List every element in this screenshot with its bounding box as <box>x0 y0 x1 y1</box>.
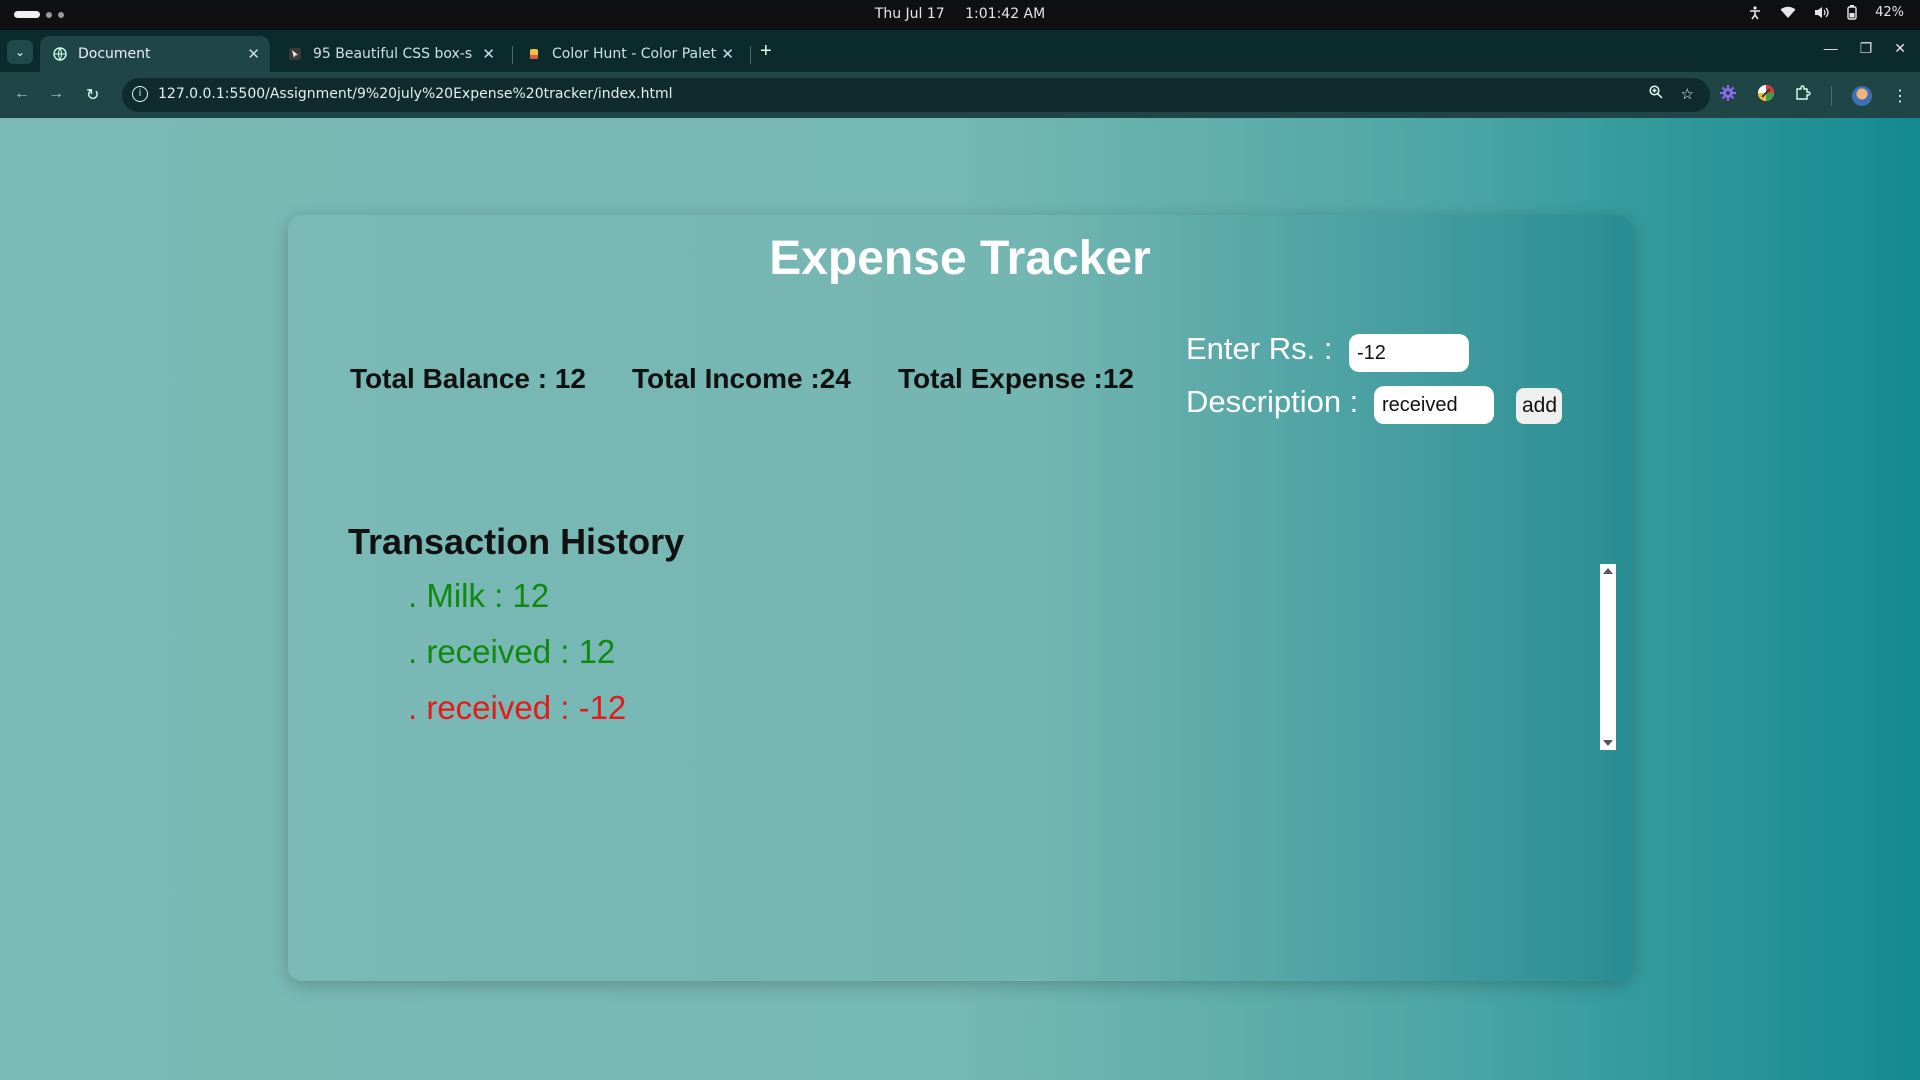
total-expense: Total Expense :12 <box>898 363 1135 394</box>
tab-separator <box>512 46 513 64</box>
back-arrow-icon[interactable]: ← <box>14 85 30 103</box>
new-tab-plus-icon[interactable]: + <box>760 40 772 63</box>
transaction-list-scrollbar[interactable] <box>1600 564 1616 750</box>
tab-css-box-shadow[interactable]: 95 Beautiful CSS box-sha ✕ <box>275 36 505 72</box>
amount-label: Enter Rs. : <box>1186 331 1333 366</box>
close-window-icon[interactable]: ✕ <box>1894 40 1906 57</box>
os-top-bar: Thu Jul 17 1:01:42 AM 42% <box>0 0 1920 30</box>
clock-time: 1:01:42 AM <box>965 6 1046 22</box>
bookmark-star-icon[interactable]: ☆ <box>1681 85 1694 103</box>
more-menu-icon[interactable]: ⋮ <box>1892 86 1908 106</box>
profile-avatar[interactable] <box>1852 85 1872 106</box>
close-tab-icon[interactable]: ✕ <box>482 45 495 63</box>
chevron-down-icon: ⌄ <box>14 45 26 59</box>
list-item: . received : -12 <box>408 689 627 726</box>
page-viewport: Expense Tracker Total Balance : 12 Total… <box>0 118 1920 1080</box>
clock[interactable]: Thu Jul 17 1:01:42 AM <box>0 6 1920 22</box>
add-button[interactable]: add <box>1516 388 1562 424</box>
volume-icon[interactable] <box>1814 6 1829 19</box>
reload-icon[interactable]: ↻ <box>86 85 99 105</box>
puzzle-gear-extension-icon[interactable] <box>1719 84 1737 107</box>
list-item: . received : 12 <box>408 633 616 670</box>
expense-tracker-card: Expense Tracker Total Balance : 12 Total… <box>288 215 1632 981</box>
system-status-area[interactable]: 42% <box>1748 5 1904 20</box>
tab-title: 95 Beautiful CSS box-sha <box>313 46 473 62</box>
tab-color-hunt[interactable]: Color Hunt - Color Palett ✕ <box>514 36 744 72</box>
accessibility-icon[interactable] <box>1748 5 1762 20</box>
extension-area: ⋮ <box>1719 84 1908 107</box>
restore-icon[interactable]: ❐ <box>1860 40 1873 57</box>
description-label: Description : <box>1186 384 1359 419</box>
clock-date: Thu Jul 17 <box>874 6 945 22</box>
battery-icon[interactable] <box>1847 5 1857 20</box>
browser-toolbar: ← → ↻ i 127.0.0.1:5500/Assignment/9%20ju… <box>0 72 1920 118</box>
cursor-icon <box>287 46 303 62</box>
tab-search-dropdown[interactable]: ⌄ <box>7 40 33 64</box>
extensions-puzzle-icon[interactable] <box>1795 85 1811 106</box>
tab-title: Document <box>78 46 151 62</box>
total-balance: Total Balance : 12 <box>350 363 587 394</box>
color-wheel-extension-icon[interactable] <box>1757 84 1775 107</box>
tab-title: Color Hunt - Color Palett <box>552 46 717 62</box>
transaction-history-title: Transaction History <box>348 521 685 562</box>
wifi-icon[interactable] <box>1780 6 1796 19</box>
amount-input[interactable] <box>1349 334 1469 372</box>
divider <box>1831 85 1832 106</box>
browser-tab-strip: ⌄ Document ✕ 95 Beautiful CSS box-sha ✕ … <box>0 30 1920 72</box>
list-item: . Milk : 12 <box>408 577 550 614</box>
minimize-icon[interactable]: — <box>1824 40 1838 57</box>
globe-icon <box>52 46 68 62</box>
description-input[interactable] <box>1374 386 1494 424</box>
close-tab-icon[interactable]: ✕ <box>721 45 734 63</box>
battery-percentage: 42% <box>1875 5 1904 20</box>
total-income: Total Income :24 <box>632 363 851 394</box>
close-tab-icon[interactable]: ✕ <box>247 45 260 63</box>
address-bar[interactable]: i 127.0.0.1:5500/Assignment/9%20july%20E… <box>122 78 1710 112</box>
tab-document[interactable]: Document ✕ <box>40 36 270 72</box>
site-info-icon[interactable]: i <box>132 86 148 102</box>
forward-arrow-icon[interactable]: → <box>48 85 64 103</box>
url-text[interactable]: 127.0.0.1:5500/Assignment/9%20july%20Exp… <box>158 86 672 102</box>
scroll-down-arrow-icon[interactable] <box>1603 740 1613 746</box>
color-hunt-icon <box>526 46 542 62</box>
scroll-up-arrow-icon[interactable] <box>1603 568 1613 574</box>
transaction-list: . Milk : 12 . received : 12 . received :… <box>408 577 626 745</box>
page-title: Expense Tracker <box>769 232 1151 285</box>
tab-separator <box>750 46 751 64</box>
zoom-icon[interactable] <box>1648 85 1663 103</box>
window-controls: — ❐ ✕ <box>1824 40 1906 57</box>
